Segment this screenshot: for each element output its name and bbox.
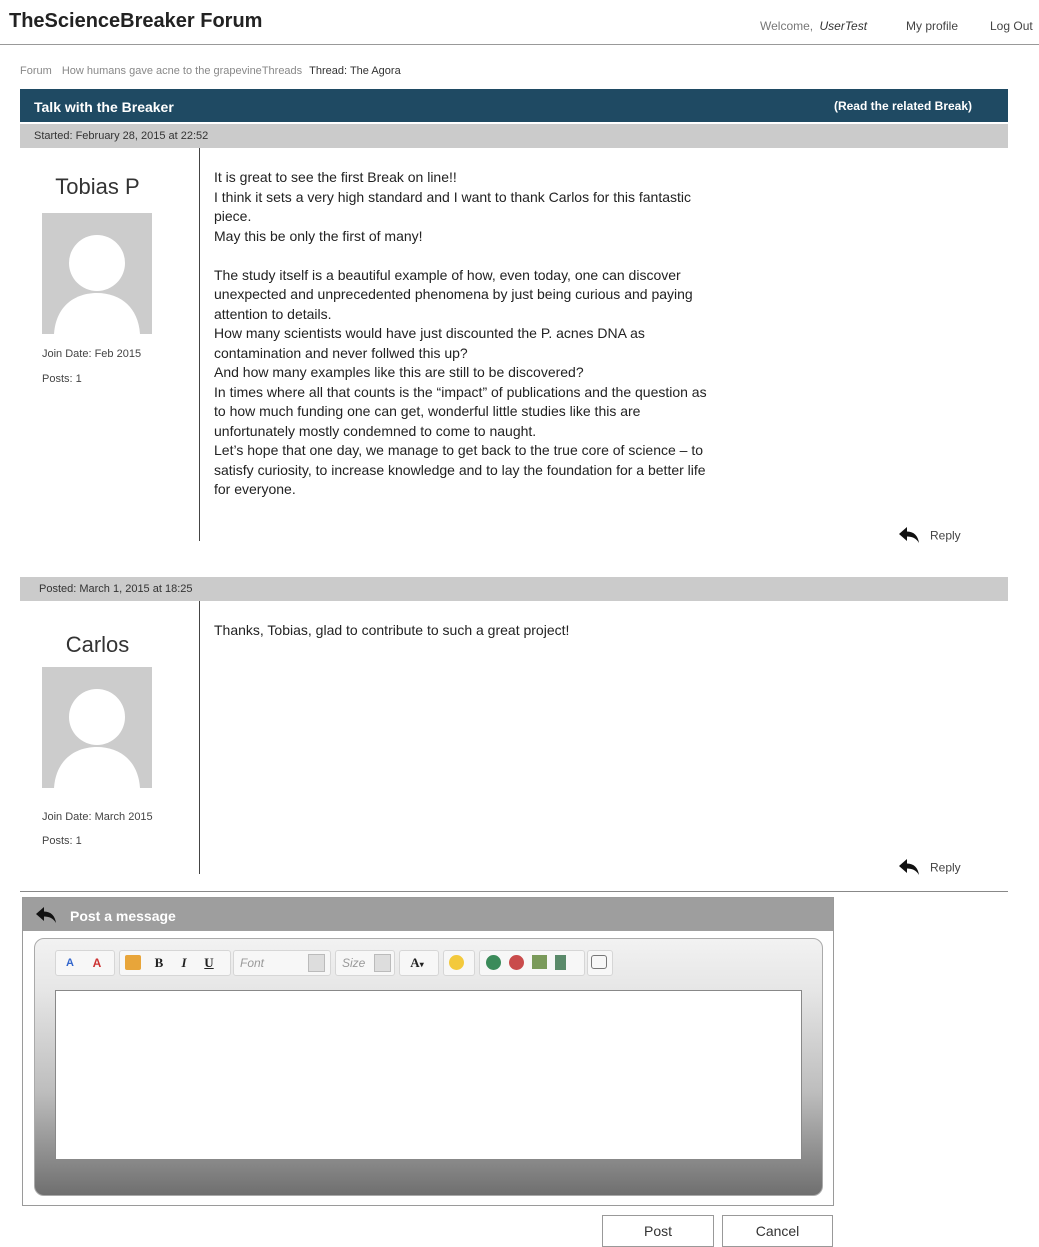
post-line: It is great to see the first Break on li… <box>214 169 457 185</box>
editor-toolbar: A A B I U Font Size A▾ <box>55 948 815 976</box>
size-select-placeholder: Size <box>342 956 366 970</box>
post-body: It is great to see the first Break on li… <box>214 168 744 500</box>
toolbar-group <box>443 950 475 976</box>
post-message-title: Post a message <box>70 908 176 924</box>
editor-frame: A A B I U Font Size A▾ <box>34 938 823 1196</box>
user-silhouette-icon <box>54 235 140 334</box>
message-textarea[interactable] <box>55 990 802 1160</box>
username[interactable]: UserTest <box>819 19 867 33</box>
thread-header-bar: Talk with the Breaker (Read the related … <box>20 89 1008 122</box>
post-line: Let’s hope that one day, we manage to ge… <box>214 442 704 458</box>
link-icon[interactable] <box>486 955 501 970</box>
post-line: I think it sets a very high standard and… <box>214 188 692 205</box>
image-icon[interactable] <box>532 955 547 969</box>
reply-button[interactable]: Reply <box>898 858 961 879</box>
font-select[interactable]: Font <box>233 950 331 976</box>
post-author[interactable]: Carlos <box>20 632 175 658</box>
join-date: Join Date: March 2015 <box>42 811 153 823</box>
smiley-icon[interactable] <box>449 955 464 970</box>
reply-label: Reply <box>930 860 961 875</box>
avatar[interactable] <box>42 213 152 334</box>
welcome-label: Welcome, <box>760 19 814 33</box>
post-author[interactable]: Tobias P <box>20 174 175 200</box>
unlink-icon[interactable] <box>509 955 524 970</box>
related-break-link[interactable]: (Read the related Break) <box>834 99 972 113</box>
italic-icon[interactable]: I <box>175 954 193 972</box>
bold-icon[interactable]: B <box>150 954 168 972</box>
post-line: satisfy curiosity, to increase knowledge… <box>214 461 706 478</box>
post-line <box>214 246 744 266</box>
post-line: The study itself is a beautiful example … <box>214 266 681 283</box>
header-divider <box>0 44 1039 45</box>
toolbar-group: A A <box>55 950 115 976</box>
post-message-panel: Post a message A A B I U Font Size A▾ <box>22 897 834 1206</box>
post-body: Thanks, Tobias, glad to contribute to su… <box>214 621 744 641</box>
toolbar-group <box>587 950 613 976</box>
reply-arrow-icon <box>898 858 920 879</box>
font-color-icon[interactable]: A <box>61 954 79 972</box>
breadcrumb-threads[interactable]: Threads <box>262 65 302 77</box>
post-line: May this be only the first of many! <box>214 227 423 244</box>
breadcrumb-forum[interactable]: Forum <box>20 65 52 77</box>
cancel-button[interactable]: Cancel <box>722 1215 833 1247</box>
log-out-link[interactable]: Log Out <box>990 19 1033 33</box>
font-select-placeholder: Font <box>240 956 265 970</box>
post-meta-bar: Started: February 28, 2015 at 22:52 <box>20 124 1008 148</box>
post-line: attention to details. <box>214 305 332 322</box>
welcome-text: Welcome, UserTest <box>760 19 867 33</box>
quote-icon[interactable] <box>591 955 607 969</box>
underline-icon[interactable]: U <box>200 954 218 972</box>
video-icon[interactable] <box>555 955 566 970</box>
highlight-color-icon[interactable]: A <box>88 954 106 972</box>
paste-icon[interactable] <box>125 955 141 970</box>
post-button[interactable]: Post <box>602 1215 714 1247</box>
post-line: Thanks, Tobias, glad to contribute to su… <box>214 622 570 638</box>
site-title[interactable]: TheScienceBreaker Forum <box>9 10 262 33</box>
toolbar-group <box>479 950 585 976</box>
reply-label: Reply <box>930 528 961 543</box>
post-line: piece. <box>214 208 252 224</box>
size-select[interactable]: Size <box>335 950 395 976</box>
post-line: contamination and never follwed this up? <box>214 344 468 361</box>
join-date: Join Date: Feb 2015 <box>42 348 142 360</box>
post-line: to how much funding one can get, wonderf… <box>214 403 641 419</box>
post-count: Posts: 1 <box>42 835 82 847</box>
thread-title: Talk with the Breaker <box>34 99 174 115</box>
toolbar-group: B I U <box>119 950 231 976</box>
post-line: How many scientists would have just disc… <box>214 325 645 341</box>
post-divider <box>199 601 200 874</box>
post-meta-bar: Posted: March 1, 2015 at 18:25 <box>20 577 1008 601</box>
breadcrumb: Forum How humans gave acne to the grapev… <box>20 65 408 77</box>
user-silhouette-icon <box>54 689 140 788</box>
my-profile-link[interactable]: My profile <box>906 19 958 33</box>
chevron-down-icon[interactable] <box>374 954 391 972</box>
reply-button[interactable]: Reply <box>898 526 961 547</box>
text-size-icon[interactable]: A▾ <box>408 954 426 972</box>
post-line: for everyone. <box>214 481 296 497</box>
section-divider <box>20 891 1008 892</box>
chevron-down-icon[interactable] <box>308 954 325 972</box>
post-divider <box>199 148 200 541</box>
post-line: And how many examples like this are stil… <box>214 364 584 380</box>
post-count: Posts: 1 <box>42 373 82 385</box>
post-line: unexpected and unprecedented phenomena b… <box>214 286 693 302</box>
post-message-header: Post a message <box>23 898 833 931</box>
reply-arrow-icon <box>35 906 57 929</box>
reply-arrow-icon <box>898 526 920 547</box>
post-line: In times where all that counts is the “i… <box>214 383 707 400</box>
post-line: unfortunately mostly condemned to come t… <box>214 422 537 439</box>
toolbar-group: A▾ <box>399 950 439 976</box>
breadcrumb-topic[interactable]: How humans gave acne to the grapevine <box>62 65 262 77</box>
breadcrumb-current: Thread: The Agora <box>309 65 401 77</box>
avatar[interactable] <box>42 667 152 788</box>
